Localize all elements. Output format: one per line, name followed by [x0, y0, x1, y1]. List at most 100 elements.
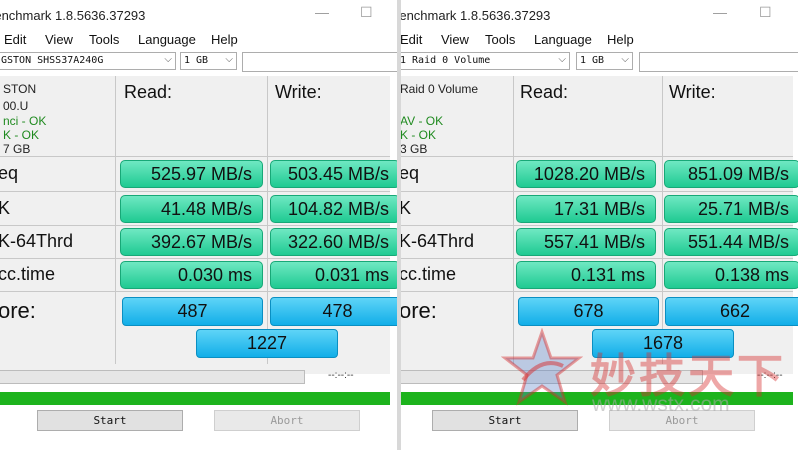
size-select-value: 1 GB: [184, 55, 209, 66]
score-read: 487: [122, 297, 263, 326]
divider: [0, 225, 390, 226]
result-4k-read: 17.31 MB/s: [516, 195, 656, 223]
menu-help[interactable]: Help: [211, 32, 238, 47]
divider: [401, 225, 793, 226]
watermark-url: www.wstx.com: [592, 393, 730, 416]
result-seq-read: 1028.20 MB/s: [516, 160, 656, 188]
divider: [115, 76, 116, 364]
row-label-seq: eq: [0, 163, 19, 183]
free-text-field[interactable]: [242, 52, 397, 72]
row-label-acc-time: cc.time: [0, 264, 56, 284]
chevron-down-icon: ⌵: [621, 54, 629, 65]
maximize-icon[interactable]: ☐: [360, 4, 373, 21]
window-title: SD Benchmark 1.8.5636.37293: [401, 8, 551, 23]
free-text-field[interactable]: [639, 52, 798, 72]
read-header: Read:: [520, 82, 569, 102]
toolbar: GSTON SHSS37A240G ⌵ 1 GB ⌵: [0, 52, 397, 72]
drive-name: STON: [3, 82, 37, 96]
drive-capacity: 3 GB: [401, 142, 428, 156]
divider: [513, 76, 514, 364]
result-seq-read: 525.97 MB/s: [120, 160, 263, 188]
result-seq-write: 503.45 MB/s: [270, 160, 397, 188]
menu-bar: Edit View Tools Language Help: [0, 30, 390, 50]
drive-name: Raid 0 Volume: [401, 82, 479, 96]
minimize-icon[interactable]: —: [713, 4, 727, 20]
row-label-4k-64thrd: K-64Thrd: [0, 231, 74, 251]
divider: [0, 258, 390, 259]
window-title: SD Benchmark 1.8.5636.37293: [0, 8, 146, 23]
result-acc-write: 0.138 ms: [664, 261, 798, 289]
start-button[interactable]: Start: [37, 410, 183, 431]
row-label-4k-64thrd: K-64Thrd: [401, 231, 475, 251]
menu-tools[interactable]: Tools: [485, 32, 515, 47]
watermark-logo-icon: [501, 328, 583, 406]
menu-bar: Edit View Tools Language Help: [401, 30, 793, 50]
result-4k64-write: 551.44 MB/s: [664, 228, 798, 256]
drive-select-value: 1 Raid 0 Volume: [401, 55, 491, 66]
minimize-icon[interactable]: —: [315, 4, 329, 20]
menu-edit[interactable]: Edit: [401, 32, 422, 47]
chevron-down-icon: ⌵: [558, 54, 566, 65]
read-header: Read:: [124, 82, 173, 102]
menu-view[interactable]: View: [45, 32, 73, 47]
divider: [662, 76, 663, 364]
size-select-value: 1 GB: [580, 55, 605, 66]
row-label-4k: K: [401, 198, 412, 218]
abort-button[interactable]: Abort: [214, 410, 360, 431]
maximize-icon[interactable]: ☐: [759, 4, 772, 21]
drive-select[interactable]: 1 Raid 0 Volume ⌵: [401, 52, 570, 70]
menu-language[interactable]: Language: [534, 32, 592, 47]
divider: [401, 291, 793, 292]
title-bar: SD Benchmark 1.8.5636.37293 — ☐: [0, 0, 390, 30]
result-4k64-read: 392.67 MB/s: [120, 228, 263, 256]
driver-status: nci - OK: [3, 114, 47, 128]
size-select[interactable]: 1 GB ⌵: [180, 52, 237, 70]
divider: [401, 191, 793, 192]
write-header: Write:: [275, 82, 322, 102]
status-bar: [0, 392, 390, 405]
size-select[interactable]: 1 GB ⌵: [576, 52, 633, 70]
row-label-4k: K: [0, 198, 11, 218]
row-label-acc-time: cc.time: [401, 264, 457, 284]
menu-tools[interactable]: Tools: [89, 32, 119, 47]
drive-select[interactable]: GSTON SHSS37A240G ⌵: [0, 52, 176, 70]
score-total: 1227: [196, 329, 338, 358]
results-grid: Raid 0 Volume AV - OK K - OK 3 GB Read: …: [401, 76, 798, 374]
result-acc-write: 0.031 ms: [270, 261, 397, 289]
result-4k-read: 41.48 MB/s: [120, 195, 263, 223]
write-header: Write:: [669, 82, 716, 102]
divider: [0, 191, 390, 192]
result-4k-write: 104.82 MB/s: [270, 195, 397, 223]
divider: [0, 156, 390, 157]
result-acc-read: 0.030 ms: [120, 261, 263, 289]
drive-select-value: GSTON SHSS37A240G: [1, 55, 104, 66]
score-read: 678: [518, 297, 659, 326]
result-acc-read: 0.131 ms: [516, 261, 656, 289]
driver-status: AV - OK: [401, 114, 444, 128]
chevron-down-icon: ⌵: [164, 54, 172, 65]
score-write: 478: [270, 297, 397, 326]
result-4k-write: 25.71 MB/s: [664, 195, 798, 223]
result-4k64-read: 557.41 MB/s: [516, 228, 656, 256]
menu-help[interactable]: Help: [607, 32, 634, 47]
menu-language[interactable]: Language: [138, 32, 196, 47]
alignment-status: K - OK: [3, 128, 40, 142]
menu-edit[interactable]: Edit: [4, 32, 26, 47]
toolbar: 1 Raid 0 Volume ⌵ 1 GB ⌵: [401, 52, 798, 72]
divider: [0, 291, 390, 292]
alignment-status: K - OK: [401, 128, 437, 142]
divider: [401, 258, 793, 259]
progress-bar: [0, 370, 305, 384]
drive-capacity: 7 GB: [3, 142, 31, 156]
menu-view[interactable]: View: [441, 32, 469, 47]
start-button[interactable]: Start: [432, 410, 578, 431]
divider: [267, 76, 268, 364]
title-bar: SD Benchmark 1.8.5636.37293 — ☐: [401, 0, 793, 30]
elapsed-time: --:--:--: [328, 370, 354, 381]
score-write: 662: [665, 297, 798, 326]
score-label: ore:: [401, 298, 437, 323]
score-label: ore:: [0, 298, 36, 323]
result-seq-write: 851.09 MB/s: [664, 160, 798, 188]
result-4k64-write: 322.60 MB/s: [270, 228, 397, 256]
row-label-seq: eq: [401, 163, 420, 183]
